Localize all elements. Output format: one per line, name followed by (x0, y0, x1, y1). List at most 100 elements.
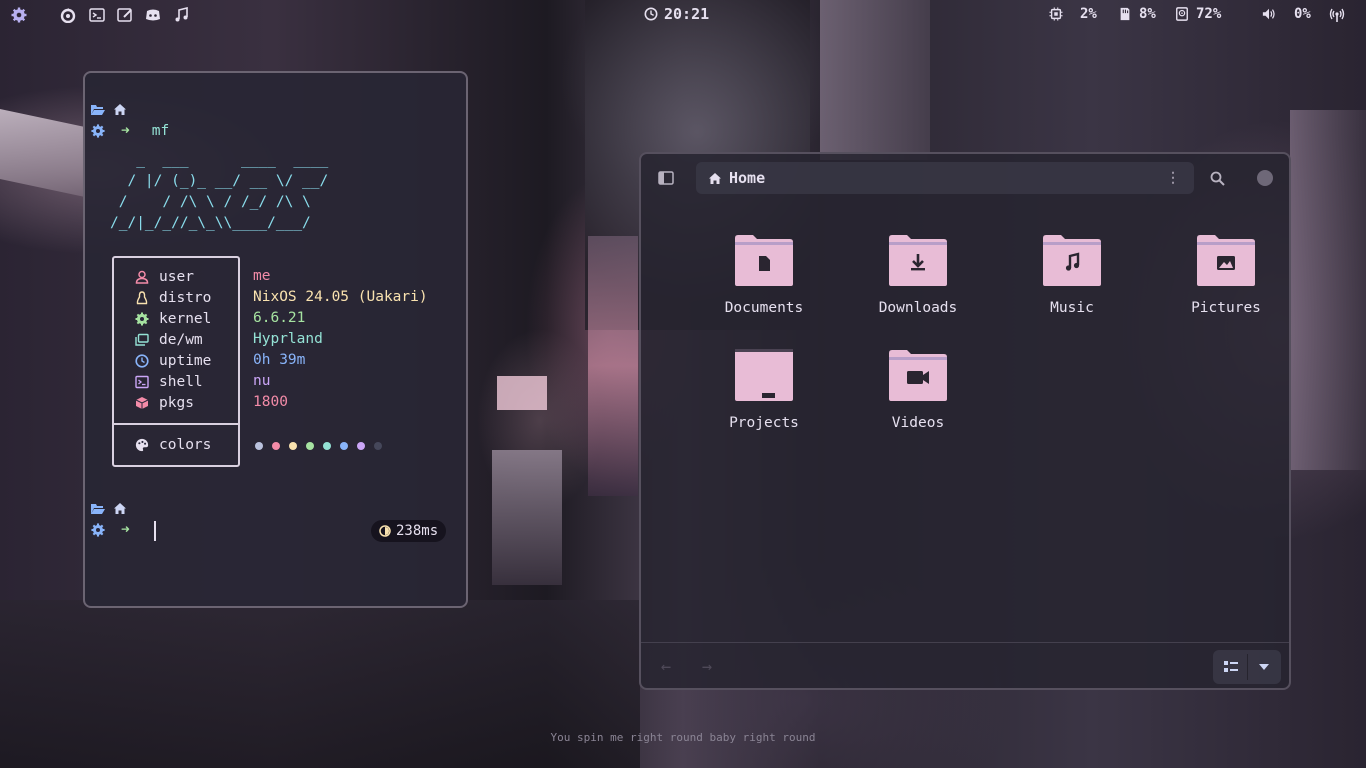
gear-icon (135, 312, 149, 326)
clock[interactable]: 20:21 (644, 5, 709, 23)
cpu-indicator[interactable]: 2% (1049, 6, 1097, 22)
color-swatch (323, 442, 331, 450)
color-swatch (289, 442, 297, 450)
editor-icon[interactable] (115, 5, 135, 25)
folder-documents[interactable]: Documents (694, 234, 834, 316)
sidebar-toggle-button[interactable] (652, 164, 680, 192)
info-value-user: me (253, 268, 271, 284)
info-key: pkgs (159, 395, 194, 411)
search-icon (1210, 171, 1225, 186)
search-button[interactable] (1203, 164, 1231, 192)
color-swatch (374, 442, 382, 450)
volume-icon (1262, 8, 1275, 20)
terminal-icon[interactable] (87, 5, 107, 25)
prompt-line[interactable]: ➜ (91, 522, 130, 538)
home-icon (114, 503, 126, 514)
color-palette (255, 442, 382, 450)
footer-bar: ← → (641, 642, 1289, 690)
home-icon (709, 172, 721, 184)
color-swatch (272, 442, 280, 450)
info-key: shell (159, 374, 203, 390)
music-icon (1043, 235, 1101, 286)
arrow-left-icon: ← (660, 657, 672, 677)
window-icon (135, 333, 149, 346)
info-key: user (159, 269, 194, 285)
folder-label: Pictures (1191, 300, 1261, 316)
top-bar: 20:21 2% 8% 72% 0% (0, 0, 1366, 30)
home-icon (114, 104, 126, 115)
network-icon[interactable] (1327, 5, 1347, 25)
color-swatch (306, 442, 314, 450)
info-row-de-wm: de/wm (135, 332, 203, 348)
color-swatch (340, 442, 348, 450)
folder-projects[interactable]: Projects (694, 349, 834, 431)
location-bar[interactable]: Home ⋮ (696, 162, 1194, 194)
memory-icon (1120, 7, 1130, 21)
folder-label: Documents (724, 300, 804, 316)
command-duration: 238ms (396, 523, 439, 539)
video-icon (889, 350, 947, 401)
prompt-line: ➜ mf (91, 123, 169, 139)
command-text: mf (151, 123, 170, 139)
folder-label: Projects (729, 415, 799, 431)
music-icon[interactable] (171, 5, 191, 25)
gear-icon (91, 124, 105, 138)
ascii-logo: _ ___ ____ ____ / |/ (_)_ __/ __ \/ __/ … (110, 152, 329, 231)
memory-indicator[interactable]: 8% (1118, 6, 1156, 22)
folder-label: Videos (891, 415, 945, 431)
disk-icon (1176, 7, 1188, 21)
info-value-de-wm: Hyprland (253, 331, 323, 347)
sidebar-icon (658, 171, 674, 185)
folder-icon (735, 349, 793, 401)
arrow-right-icon: → (701, 657, 713, 677)
volume-indicator[interactable]: 0% (1262, 6, 1311, 22)
info-key: uptime (159, 353, 212, 369)
chevron-down-icon[interactable] (1259, 664, 1269, 670)
memory-value: 8% (1139, 6, 1156, 22)
back-button[interactable]: ← (652, 653, 680, 681)
list-view-icon[interactable] (1224, 661, 1238, 673)
timer-icon (379, 525, 391, 537)
firefox-icon[interactable] (58, 5, 78, 25)
package-icon (135, 397, 149, 409)
location-label: Home (729, 169, 766, 187)
circle-icon (1257, 170, 1273, 186)
disk-indicator[interactable]: 72% (1175, 6, 1221, 22)
window-close-button[interactable] (1251, 164, 1279, 192)
arrow-icon: ➜ (121, 522, 130, 538)
folder-label: Downloads (878, 300, 958, 316)
info-value-kernel: 6.6.21 (253, 310, 306, 326)
info-key: distro (159, 290, 212, 306)
info-row-pkgs: pkgs (135, 395, 194, 411)
prompt-path (91, 502, 127, 515)
header-bar: Home ⋮ (641, 154, 1289, 202)
text-cursor[interactable] (154, 521, 156, 541)
cpu-value: 2% (1080, 6, 1097, 22)
download-icon (889, 235, 947, 286)
gear-icon[interactable] (9, 5, 29, 25)
info-row-distro: distro (135, 290, 211, 306)
info-value-pkgs: 1800 (253, 394, 288, 410)
forward-button[interactable]: → (693, 653, 721, 681)
info-row-kernel: kernel (135, 311, 211, 327)
discord-icon[interactable] (143, 5, 163, 25)
arrow-icon: ➜ (121, 123, 130, 139)
folder-open-icon (91, 104, 105, 115)
folder-music[interactable]: Music (1002, 234, 1142, 316)
file-manager-window[interactable]: Home ⋮ Documents Downloads Music Pictures Pr… (639, 152, 1291, 690)
volume-value: 0% (1294, 6, 1311, 22)
info-value-uptime: 0h 39m (253, 352, 306, 368)
clock-icon (135, 354, 149, 368)
folder-open-icon (91, 503, 105, 514)
folder-label: Music (1050, 300, 1094, 316)
colors-row: colors (135, 437, 211, 453)
palette-icon (135, 438, 149, 452)
kebab-menu-icon[interactable]: ⋮ (1166, 170, 1180, 186)
view-switcher[interactable] (1213, 650, 1281, 684)
folder-videos[interactable]: Videos (848, 349, 988, 431)
terminal-window[interactable]: ➜ mf _ ___ ____ ____ / |/ (_)_ __/ __ \/… (83, 71, 468, 608)
folder-pictures[interactable]: Pictures (1156, 234, 1296, 316)
folder-downloads[interactable]: Downloads (848, 234, 988, 316)
info-value-distro: NixOS 24.05 (Uakari) (253, 289, 428, 305)
color-swatch (357, 442, 365, 450)
